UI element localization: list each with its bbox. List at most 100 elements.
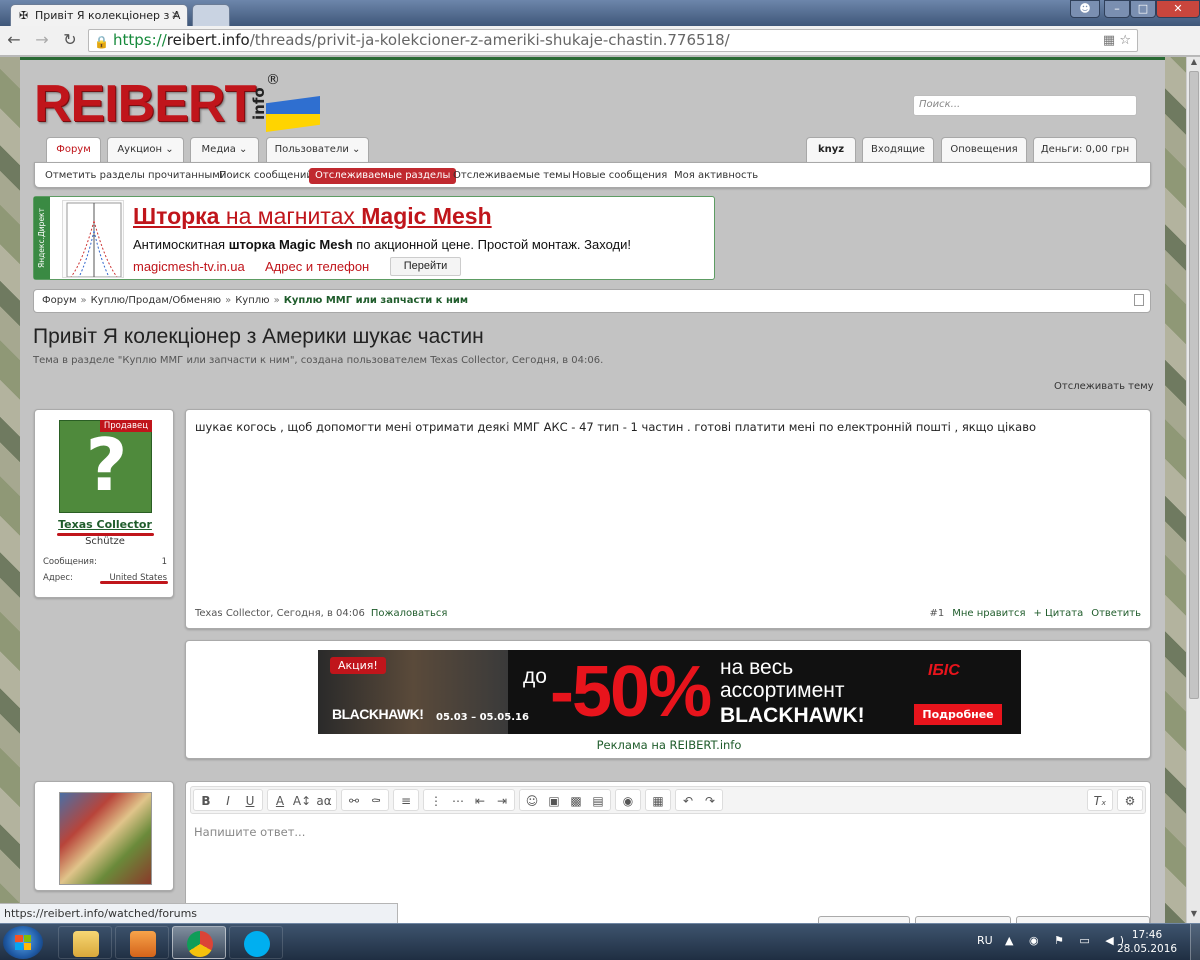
breadcrumb-item[interactable]: Куплю/Продам/Обменяю [91,295,221,306]
remove-format-icon[interactable]: Tₓ [1090,792,1110,810]
new-posts-link[interactable]: Новые сообщения [566,168,673,184]
profile-icon[interactable]: ☻ [1070,0,1100,18]
scrollbar-thumb[interactable] [1189,71,1199,699]
preview-button[interactable] [1016,916,1150,923]
quote-link[interactable]: + Цитата [1033,608,1083,619]
ad-go-button[interactable]: Перейти [390,257,461,276]
reply-button[interactable] [818,916,910,923]
logo-text: REIBERT [34,75,256,133]
ad-title-link[interactable]: Шторка на магнитах Magic Mesh [133,203,492,230]
taskbar-chrome[interactable] [172,926,226,959]
clock[interactable]: 17:46 28.05.2016 [1112,928,1182,956]
breadcrumb-current[interactable]: Куплю ММГ или запчасти к ним [284,295,468,306]
font-family-icon[interactable]: aα [314,792,334,810]
editor-group: Tₓ [1087,789,1113,811]
tab-users[interactable]: Пользователи ⌄ [266,137,369,162]
watch-thread-link[interactable]: Отслеживать тему [1054,381,1154,392]
browser-tab-active[interactable]: ✠ Привіт Я колекціонер з А × [10,4,188,26]
report-link[interactable]: Пожаловаться [371,608,448,619]
reply-input[interactable]: Напишите ответ... [194,825,305,839]
avatar[interactable] [59,792,152,885]
scroll-up-icon[interactable]: ▲ [1187,57,1200,71]
redo-icon[interactable]: ↷ [700,792,720,810]
message-author-date[interactable]: Texas Collector, Сегодня, в 04:06 [195,608,365,619]
language-indicator[interactable]: RU [977,934,993,947]
save-draft-icon[interactable]: ▦ [648,792,668,810]
site-logo[interactable]: REIBERT info ® [34,72,320,133]
like-link[interactable]: Мне нравится [952,608,1025,619]
ad-text-part: по акционной цене. Простой монтаж. Заход… [352,237,631,252]
translate-and-star-icon[interactable]: ▦ ☆ [1103,30,1131,51]
minimize-icon[interactable]: – [1104,0,1130,18]
back-icon[interactable]: ← [4,30,24,49]
address-bar[interactable]: 🔒 https://reibert.info/threads/privit-ja… [88,29,1138,52]
indent-icon[interactable]: ⇥ [492,792,512,810]
outdent-icon[interactable]: ⇤ [470,792,490,810]
reload-icon[interactable]: ↻ [60,30,80,49]
bold-icon[interactable]: B [196,792,216,810]
ad-domain-link[interactable]: magicmesh-tv.in.ua [133,259,245,274]
smilie-icon[interactable]: ☺ [522,792,542,810]
scroll-down-icon[interactable]: ▼ [1187,909,1200,923]
maximize-icon[interactable]: □ [1130,0,1156,18]
camera-icon[interactable]: ◉ [618,792,638,810]
yandex-ad[interactable]: Яндекс.Директ Шторка на магнитах Magic M… [33,196,715,280]
media-icon[interactable]: ▩ [566,792,586,810]
show-desktop-button[interactable] [1190,924,1200,960]
taskbar-explorer[interactable] [58,926,112,959]
avatar[interactable]: ? Продавец [59,420,152,513]
banner-do: до [523,665,547,688]
tab-close-icon[interactable]: × [171,8,180,21]
align-icon[interactable]: ≡ [396,792,416,810]
banner-block: Акция! BLACKHAWK! 05.03 – 05.05.16 до -5… [185,640,1151,759]
new-tab-button[interactable] [192,4,230,26]
toggle-bbcode-icon[interactable]: ⚙ [1120,792,1140,810]
breadcrumb-item[interactable]: Куплю [235,295,269,306]
vertical-scrollbar[interactable]: ▲ ▼ [1186,57,1200,923]
taskbar-skype[interactable] [229,926,283,959]
stat-value[interactable]: 1 [162,557,167,567]
more-options-button[interactable] [915,916,1011,923]
unlink-icon[interactable]: ⚰ [366,792,386,810]
sub-navigation: Отметить разделы прочитанными Поиск сооб… [34,162,1151,188]
tab-auction[interactable]: Аукцион ⌄ [107,137,184,162]
rss-page-icon[interactable] [1134,294,1144,306]
breadcrumb-item[interactable]: Форум [42,295,77,306]
quote-icon[interactable]: ▤ [588,792,608,810]
italic-icon[interactable]: I [218,792,238,810]
banner-more-button[interactable]: Подробнее [914,704,1002,725]
tab-account[interactable]: knyz [806,137,856,162]
watched-threads-link[interactable]: Отслеживаемые темы [447,168,577,184]
ad-address-link[interactable]: Адрес и телефон [265,259,369,274]
username-link[interactable]: Texas Collector [35,518,175,531]
close-window-icon[interactable]: ✕ [1156,0,1200,18]
search-input[interactable]: Поиск... [913,95,1137,116]
editor-toolbar: B I U A A↕ aα ⚯ ⚰ ≡ ⋮ ⋯ ⇤ ⇥ ☺ ▣ ▩ ▤ ◉ ▦ … [190,786,1146,814]
tab-inbox[interactable]: Входящие [862,137,934,162]
post-number-link[interactable]: #1 [929,608,944,619]
reply-link[interactable]: Ответить [1091,608,1141,619]
tab-forum[interactable]: Форум [46,137,101,163]
tab-alerts[interactable]: Оповещения [941,137,1027,162]
blackhawk-banner[interactable]: Акция! BLACKHAWK! 05.03 – 05.05.16 до -5… [318,650,1021,734]
tab-money[interactable]: Деньги: 0,00 грн [1033,137,1137,162]
taskbar-media-player[interactable] [115,926,169,959]
font-size-icon[interactable]: A↕ [292,792,312,810]
my-activity-link[interactable]: Моя активность [668,168,764,184]
tab-media[interactable]: Медиа ⌄ [190,137,259,162]
search-messages-link[interactable]: Поиск сообщений [213,168,319,184]
mark-forums-read-link[interactable]: Отметить разделы прочитанными [39,168,232,184]
number-list-icon[interactable]: ⋯ [448,792,468,810]
forward-icon[interactable]: → [32,30,52,49]
undo-icon[interactable]: ↶ [678,792,698,810]
start-button[interactable] [3,926,43,959]
bullet-list-icon[interactable]: ⋮ [426,792,446,810]
banner-caption-link[interactable]: Реклама на REIBERT.info [186,738,1152,752]
banner-line: BLACKHAWK! [720,704,865,727]
status-bar-url: https://reibert.info/watched/forums [0,903,398,923]
underline-icon[interactable]: U [240,792,260,810]
image-icon[interactable]: ▣ [544,792,564,810]
link-icon[interactable]: ⚯ [344,792,364,810]
watched-forums-link[interactable]: Отслеживаемые разделы [309,168,457,184]
text-color-icon[interactable]: A [270,792,290,810]
